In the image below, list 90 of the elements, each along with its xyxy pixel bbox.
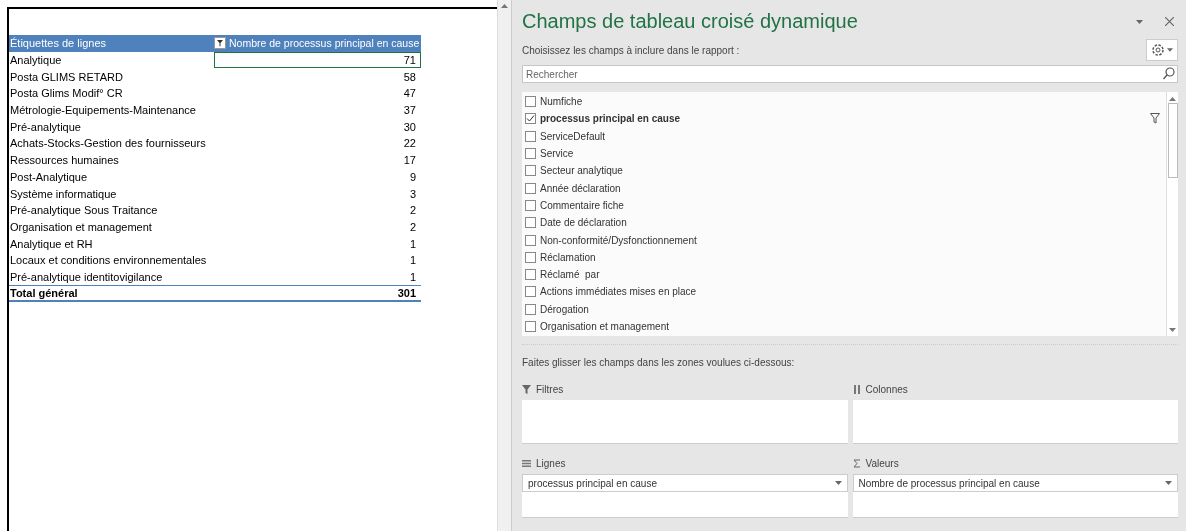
value-cell[interactable]: 9 [214,168,421,186]
row-label: Posta Glims Modif° CR [9,87,124,100]
field-dropdown[interactable]: processus principal en cause [522,474,848,492]
field-label[interactable]: Non-conformité/Dysfonctionnement [540,234,1166,246]
scroll-up-icon[interactable] [1169,97,1176,101]
checkbox[interactable] [525,251,536,263]
value-cell[interactable]: 1 [214,268,421,286]
value-cell[interactable]: 71 [214,51,421,69]
row-label: Achats-Stocks-Gestion des fournisseurs [9,137,207,150]
checkbox[interactable] [525,165,536,177]
checkbox[interactable] [525,113,536,125]
scroll-up-icon[interactable] [501,4,508,8]
search-icon [1163,67,1175,80]
drag-hint: Faites glisser les champs dans les zones voulues ci-dessous: [522,357,796,368]
filter-icon [522,384,531,394]
value-cell[interactable]: 58 [214,68,421,86]
row-label: Post-Analytique [9,170,89,183]
column-header: Étiquettes de lignes [9,37,107,50]
checkbox[interactable] [525,321,536,332]
sigma-icon [852,458,861,468]
checkbox[interactable] [525,217,536,229]
field-label[interactable]: Commentaire fiche [540,199,1166,211]
row-label: Pré-analytique Sous Traitance [9,204,159,217]
row-label: Système informatique [9,187,118,200]
row-label: Métrologie-Equipements-Maintenance [9,104,197,117]
field-label[interactable]: Année déclaration [540,182,1166,194]
row-label: Locaux et conditions environnementales [9,254,208,267]
caret-icon [1165,481,1172,485]
value-cell[interactable]: 47 [214,85,421,102]
filter-button-icon[interactable] [214,37,226,50]
checkbox[interactable] [525,148,536,160]
column-header: Nombre de processus principal en cause [229,37,420,50]
filter-icon [1150,113,1160,125]
field-label[interactable]: Numfiche [540,96,1166,108]
field-label[interactable]: Réclamation [540,251,1166,263]
field-label[interactable]: Réclamé par [540,269,1166,281]
row-label: Pré-analytique identitovigilance [9,270,164,283]
field-label[interactable]: Secteur analytique [540,165,1166,177]
checkbox[interactable] [525,269,536,281]
row-label: Analytique et RH [9,237,94,250]
panel-subtitle: Choisissez les champs à inclure dans le rapport : [522,44,740,56]
rows-icon [522,459,531,467]
checkbox[interactable] [525,286,536,298]
value-cell[interactable]: 37 [214,101,421,119]
gear-icon [1151,43,1165,57]
total-label: Total général [9,287,79,300]
field-label[interactable]: ServiceDefault [540,130,1166,142]
checkbox[interactable] [525,182,536,194]
checkbox[interactable] [525,96,536,108]
value-cell[interactable]: 2 [214,201,421,219]
caret-icon [1136,19,1143,24]
field-label[interactable]: Dérogation [540,303,1166,315]
search-field[interactable]: Rechercher [522,65,1178,83]
value-cell[interactable]: 2 [214,218,421,236]
field-label[interactable]: Actions immédiates mises en place [540,286,1166,298]
row-label: Pré-analytique [9,120,82,133]
total-value: 301 [396,286,417,300]
field-dropdown[interactable]: Nombre de processus principal en cause [852,474,1178,492]
value-cell[interactable]: 30 [214,118,421,136]
field-label[interactable]: Service [540,148,1166,160]
columns-icon [852,384,861,394]
checkbox[interactable] [525,234,536,246]
caret-icon [1167,48,1173,52]
drop-area[interactable]: Nombre de processus principal en cause [852,474,1178,518]
area-label: Lignes [536,457,566,469]
row-label: Analytique [9,54,63,67]
value-cell[interactable]: 17 [214,151,421,169]
value-cell[interactable]: 1 [214,251,421,269]
field-label[interactable]: Organisation et management [540,321,1166,332]
drop-area[interactable]: processus principal en cause [522,474,848,518]
checkbox[interactable] [525,199,536,211]
area-label: Filtres [536,383,564,395]
caret-icon [834,481,842,485]
row-label: Posta GLIMS RETARD [9,70,124,83]
scroll-down-icon[interactable] [1169,328,1176,332]
panel-title: Champs de tableau croisé dynamique [522,10,858,33]
field-label[interactable]: Date de déclaration [540,217,1166,229]
settings-button[interactable] [1146,39,1178,61]
value-cell[interactable]: 3 [214,185,421,202]
scrollbar[interactable] [1166,92,1178,336]
field-label[interactable]: processus principal en cause [540,113,1146,125]
area-label: Valeurs [865,457,899,469]
checkbox[interactable] [525,130,536,142]
value-cell[interactable]: 22 [214,135,421,152]
value-cell[interactable]: 1 [214,235,421,252]
row-label: Organisation et management [9,220,153,233]
checkbox[interactable] [525,303,536,315]
row-label: Ressources humaines [9,154,120,167]
area-label: Colonnes [865,383,908,395]
close-icon[interactable] [1165,17,1174,26]
